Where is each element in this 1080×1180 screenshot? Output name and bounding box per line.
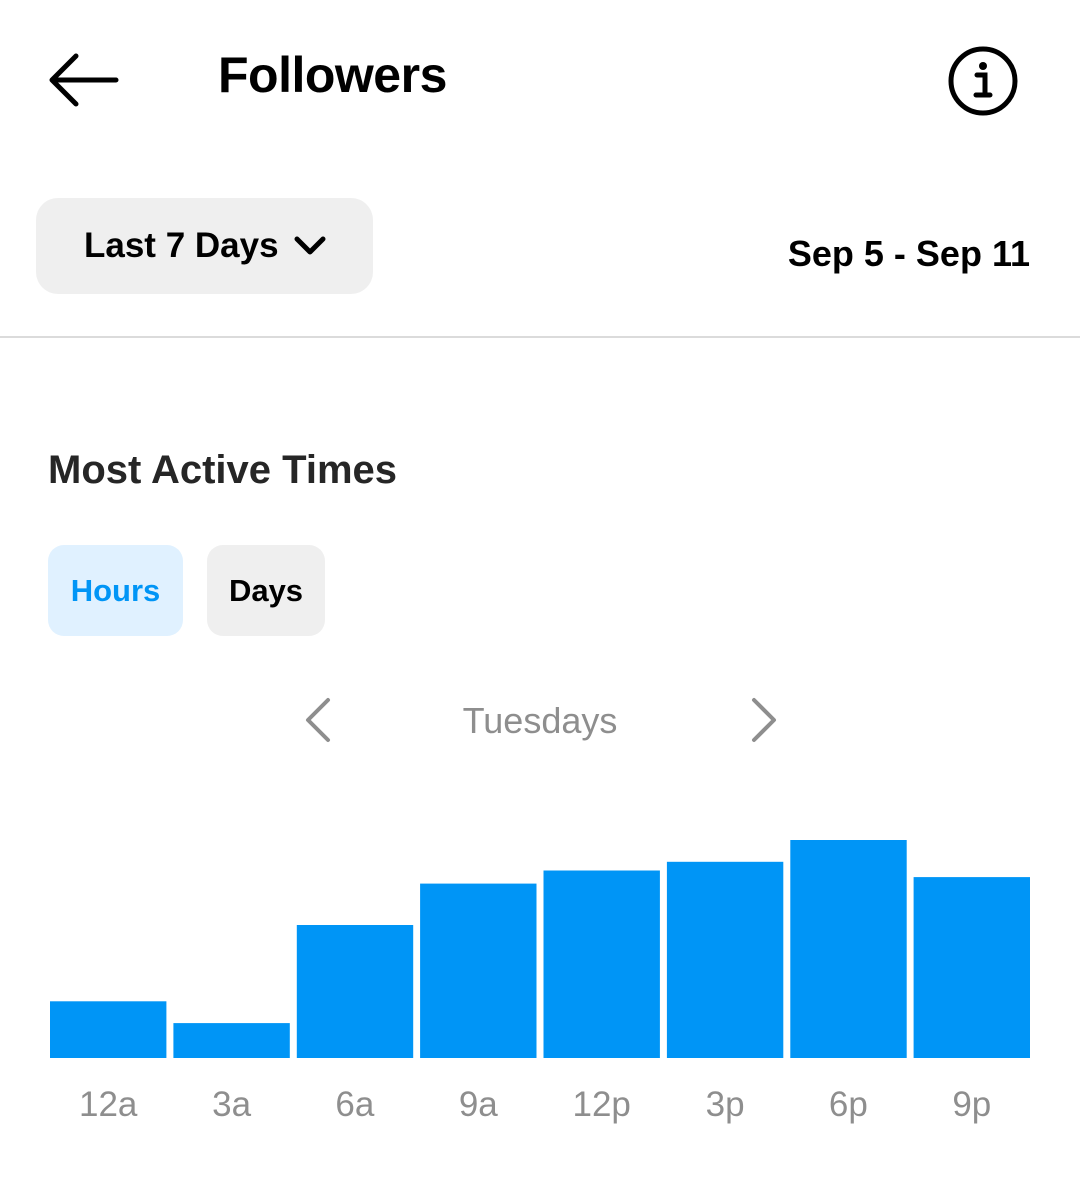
x-tick-label: 12p — [572, 1085, 630, 1124]
arrow-left-icon — [49, 53, 119, 107]
page-title: Followers — [218, 47, 447, 103]
x-tick-label: 6p — [829, 1085, 868, 1124]
tab-hours[interactable]: Hours — [48, 545, 183, 636]
date-range-dropdown[interactable]: Last 7 Days — [36, 198, 373, 294]
chevron-right-icon — [752, 698, 776, 742]
active-times-bar-chart: 12a 3a 6a 9a 12p 3p 6p 9p — [50, 840, 1030, 1124]
x-tick-label: 9a — [459, 1085, 498, 1124]
period-label: Tuesdays — [462, 700, 618, 741]
x-tick-label: 12a — [79, 1085, 138, 1124]
x-tick-label: 3p — [706, 1085, 745, 1124]
date-range-label: Last 7 Days — [84, 226, 279, 265]
divider — [0, 336, 1080, 338]
x-tick-label: 9p — [952, 1085, 991, 1124]
bar-3p[interactable] — [666, 861, 784, 1058]
bar-12p[interactable] — [543, 870, 660, 1059]
x-tick-label: 3a — [212, 1085, 251, 1124]
info-button[interactable] — [946, 44, 1020, 118]
next-day-button[interactable] — [742, 696, 786, 744]
back-button[interactable] — [48, 52, 120, 108]
bar-6a[interactable] — [296, 925, 414, 1058]
chevron-down-icon — [294, 236, 326, 255]
info-circle-icon — [948, 46, 1018, 116]
section-title: Most Active Times — [48, 448, 398, 492]
x-tick-label: 6a — [335, 1085, 374, 1124]
bar-9p[interactable] — [913, 877, 1030, 1058]
bar-6p[interactable] — [790, 840, 907, 1058]
bar-3a[interactable] — [173, 1023, 290, 1058]
tab-days[interactable]: Days — [207, 545, 325, 636]
date-range-text: Sep 5 - Sep 11 — [787, 233, 1030, 274]
bar-12a[interactable] — [50, 1001, 167, 1058]
bar-9a[interactable] — [420, 883, 537, 1058]
